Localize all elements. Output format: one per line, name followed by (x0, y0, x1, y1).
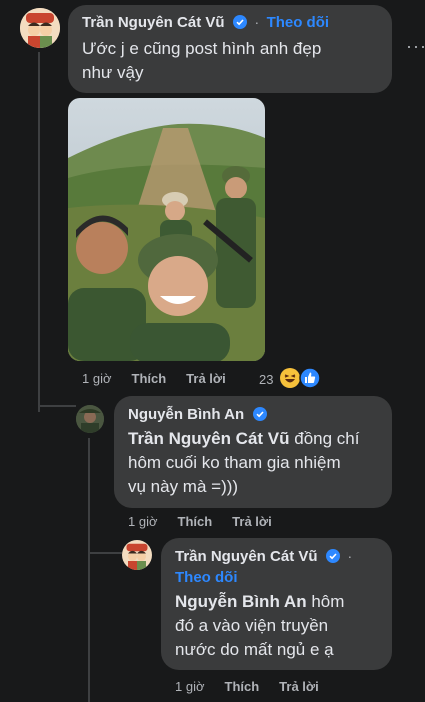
reply-author[interactable]: Nguyễn Bình An (128, 406, 244, 423)
reply-actions: 1 giờ Thích Trả lời (128, 514, 292, 529)
haha-reaction-icon (279, 368, 300, 388)
avatar[interactable] (122, 540, 152, 570)
verified-badge-icon (325, 549, 340, 563)
like-button[interactable]: Thích (225, 679, 260, 694)
reply-button[interactable]: Trả lời (186, 371, 226, 386)
follow-link[interactable]: Theo dõi (267, 14, 330, 31)
reply-time[interactable]: 1 giờ (128, 514, 158, 529)
comment-author[interactable]: Trần Nguyên Cát Vũ (82, 14, 225, 31)
reply-author[interactable]: Trần Nguyên Cát Vũ (175, 548, 318, 565)
thread-line-2 (88, 438, 90, 702)
reply-button[interactable]: Trả lời (279, 679, 319, 694)
reply-actions: 1 giờ Thích Trả lời (175, 679, 339, 694)
like-button[interactable]: Thích (132, 371, 167, 386)
separator-dot: · (254, 14, 260, 30)
comment-time[interactable]: 1 giờ (82, 371, 112, 386)
thread-connector-2 (88, 552, 122, 554)
comment-actions: 1 giờ Thích Trả lời (82, 371, 246, 386)
reply-bubble: Trần Nguyên Cát Vũ · Theo dõi Nguyễn Bìn… (161, 538, 392, 670)
follow-link[interactable]: Theo dõi (175, 569, 238, 586)
reply-button[interactable]: Trả lời (232, 514, 272, 529)
reply-time[interactable]: 1 giờ (175, 679, 205, 694)
more-options-icon[interactable]: ··· (406, 36, 425, 57)
mention-link[interactable]: Nguyễn Bình An (175, 592, 307, 611)
thread-connector (38, 405, 76, 407)
verified-badge-icon (232, 15, 247, 29)
reply-text: Trần Nguyên Cát Vũ đồng chí hôm cuối ko … (128, 429, 360, 496)
thread-line (38, 52, 40, 412)
verified-badge-icon (252, 407, 267, 421)
reaction-count: 23 (259, 372, 274, 387)
reply-text: Nguyễn Bình An hôm đó a vào viện truyền … (175, 592, 345, 659)
avatar[interactable] (20, 8, 60, 48)
like-reaction-icon (299, 367, 322, 389)
reactions[interactable]: 23 (259, 367, 322, 389)
avatar[interactable] (76, 405, 104, 433)
like-button[interactable]: Thích (178, 514, 213, 529)
comment-photo[interactable] (68, 98, 265, 361)
comment-bubble: Trần Nguyên Cát Vũ · Theo dõi Ước j e cũ… (68, 5, 392, 93)
reply-bubble: Nguyễn Bình An Trần Nguyên Cát Vũ đồng c… (114, 396, 392, 508)
comment-text: Ước j e cũng post hình anh đẹp như vậy (82, 39, 322, 82)
separator-dot: · (347, 548, 353, 564)
mention-link[interactable]: Trần Nguyên Cát Vũ (128, 429, 290, 448)
